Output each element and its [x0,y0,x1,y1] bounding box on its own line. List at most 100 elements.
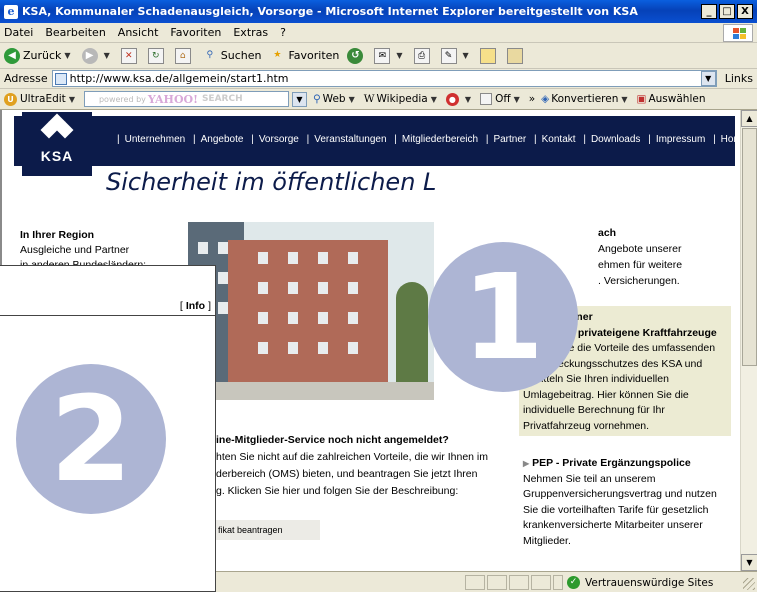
discuss-button[interactable] [479,47,499,64]
window-title: KSA, Kommunaler Schadenausgleich, Vorsor… [22,5,638,18]
back-dropdown-icon[interactable]: ▼ [64,51,70,60]
wikipedia-dropdown-icon[interactable]: ▼ [431,95,437,104]
forward-dropdown-icon[interactable]: ▼ [104,51,110,60]
close-button[interactable]: X [737,4,753,19]
triangle-right-icon: ▶ [523,459,530,468]
tarif-body-line: ermitteln Sie Ihren individuellen [523,373,669,385]
nav-kontakt[interactable]: Kontakt [542,134,576,145]
search-button[interactable]: ⚲ Suchen [202,48,261,64]
mail-dropdown-icon[interactable]: ▼ [396,51,402,60]
web-search-button[interactable]: ⚲ Web ▼ [313,93,358,105]
yahoo-dropdown-icon[interactable]: ▼ [291,91,307,107]
search-icon: ⚲ [206,49,214,60]
oms-line-1: hten Sie nicht auf die zahlreichen Vorte… [216,451,488,463]
links-button[interactable]: Links [725,72,753,85]
ultraedit-dropdown-icon[interactable]: ▼ [69,95,75,104]
ie-icon: e [4,4,18,19]
ksa-logo[interactable]: KSA [22,112,92,176]
vertical-scrollbar[interactable]: ▲ ▼ [740,110,757,571]
certificate-request-button[interactable]: fikat beantragen [216,520,320,540]
menu-bar: Datei Bearbeiten Ansicht Favoriten Extra… [0,23,757,43]
history-button[interactable]: ↺ [347,47,366,64]
address-input[interactable]: http://www.ksa.de/allgemein/start1.htm ▼ [51,70,717,87]
messenger-button[interactable] [506,47,526,64]
stop-button[interactable]: ✕ [120,47,140,64]
pep-title-link[interactable]: ▶ PEP - Private Ergänzungspolice [523,456,733,472]
minimize-button[interactable]: _ [701,4,717,19]
window-icon [480,93,493,105]
menu-favorites[interactable]: Favoriten [170,26,221,39]
home-button[interactable]: ⌂ [174,47,194,64]
yahoo-search-input[interactable]: powered by YAHOO! SEARCH [83,91,289,107]
ultraedit-button[interactable]: U UltraEdit ▼ [4,92,78,106]
menu-edit[interactable]: Bearbeiten [45,26,105,39]
region-line-1[interactable]: Ausgleiche und Partner [20,243,180,258]
offers-heading: ach [598,227,617,239]
maximize-button[interactable]: □ [719,4,735,19]
refresh-icon: ↻ [147,47,164,64]
favorites-button[interactable]: ★ Favoriten [269,48,339,64]
menu-help[interactable]: ? [280,26,286,39]
tarif-body-line: individuelle Berechnung für Ihr [523,404,665,416]
back-button[interactable]: ◀ Zurück ▼ [4,47,74,64]
callout-badge-1: 1 [428,242,578,392]
pep-box: ▶ PEP - Private Ergänzungspolice Nehmen S… [523,456,733,549]
offers-line-3: . Versicherungen. [598,275,680,287]
select-icon: ▣ [636,93,647,105]
off-label: Off [495,93,511,105]
nav-downloads[interactable]: Downloads [591,134,640,145]
nav-impressum[interactable]: Impressum [656,134,705,145]
address-url[interactable]: http://www.ksa.de/allgemein/start1.htm [70,72,701,85]
popup-dropdown-icon[interactable]: ▼ [465,95,471,104]
callout-badge-2: 2 [16,364,166,514]
yahoo-logo: YAHOO! [147,92,198,106]
nav-veranstaltungen[interactable]: Veranstaltungen [314,134,386,145]
messenger-icon [506,47,523,64]
off-dropdown-icon[interactable]: ▼ [514,95,520,104]
print-icon: ⎙ [413,47,430,64]
scroll-thumb[interactable] [742,128,757,366]
select-button[interactable]: ▣ Auswählen [637,93,706,105]
ultraedit-toolbar: U UltraEdit ▼ powered by YAHOO! SEARCH ▼… [0,89,757,110]
address-dropdown-icon[interactable]: ▼ [700,71,716,86]
folder-icon [479,47,496,64]
menu-file[interactable]: Datei [4,26,33,39]
site-header: | Unternehmen | Angebote | Vorsorge | Verans… [14,116,740,166]
nav-vorsorge[interactable]: Vorsorge [259,134,299,145]
wikipedia-label: Wikipedia [376,93,428,105]
nav-partner[interactable]: Partner [493,134,526,145]
edit-button[interactable]: ✎ ▼ [440,47,472,64]
popup-blocker-button[interactable]: ● ▼ [445,92,474,106]
page-icon [54,72,67,85]
menu-view[interactable]: Ansicht [118,26,159,39]
off-button[interactable]: Off ▼ [480,93,523,105]
info-link[interactable]: [Info] [180,300,211,312]
pep-body-line: krankenversicherte Mitarbeiter unserer [523,519,703,531]
mail-button[interactable]: ✉ ▼ [374,47,405,64]
scroll-up-button[interactable]: ▲ [741,110,757,127]
resize-grip[interactable] [743,578,755,590]
address-label: Adresse [4,72,48,85]
offers-line-2: ehmen für weitere [598,259,683,271]
nav-angebote[interactable]: Angebote [201,134,244,145]
convert-dropdown-icon[interactable]: ▼ [621,95,627,104]
nav-mitgliederbereich[interactable]: Mitgliederbereich [402,134,478,145]
menu-tools[interactable]: Extras [233,26,268,39]
site-nav: | Unternehmen | Angebote | Vorsorge | Verans… [112,134,740,145]
refresh-button[interactable]: ↻ [147,47,167,64]
scroll-down-button[interactable]: ▼ [741,554,757,571]
check-icon: ✓ [567,576,580,589]
web-dropdown-icon[interactable]: ▼ [349,95,355,104]
edit-dropdown-icon[interactable]: ▼ [463,51,469,60]
convert-button[interactable]: ◈ Konvertieren ▼ [541,93,630,105]
print-button[interactable]: ⎙ [413,47,433,64]
pep-title: PEP - Private Ergänzungspolice [532,457,691,469]
home-icon: ⌂ [174,47,191,64]
yahoo-search-text: SEARCH [201,94,243,104]
wikipedia-button[interactable]: W Wikipedia ▼ [364,93,440,105]
nav-unternehmen[interactable]: Unternehmen [125,134,186,145]
more-chevron[interactable]: » [529,93,535,105]
forward-button[interactable]: ▶ ▼ [81,47,113,64]
offers-line-1: Angebote unserer [598,243,682,255]
nav-home[interactable]: Home [721,134,740,145]
